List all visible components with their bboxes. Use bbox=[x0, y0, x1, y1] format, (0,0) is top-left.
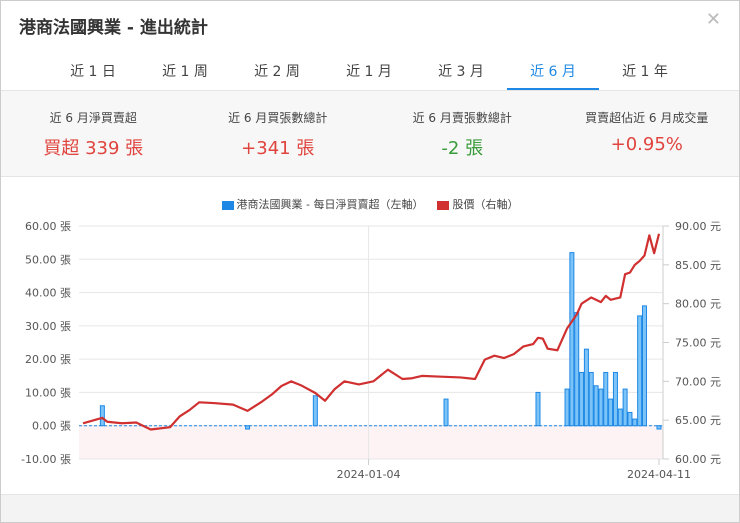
right-tick-label: 75.00 元 bbox=[675, 337, 721, 350]
net-bar bbox=[627, 411, 633, 427]
left-tick-label: 30.00 張 bbox=[25, 320, 71, 333]
x-tick-label: 2024-01-04 bbox=[337, 468, 401, 481]
right-tick-label: 70.00 元 bbox=[675, 375, 721, 388]
left-tick-label: 0.00 張 bbox=[32, 420, 71, 433]
net-bar bbox=[617, 408, 623, 427]
net-bar bbox=[583, 348, 589, 427]
net-bar bbox=[593, 385, 599, 427]
left-tick-label: 50.00 張 bbox=[25, 253, 71, 266]
net-bar bbox=[632, 418, 638, 427]
left-tick-label: 20.00 張 bbox=[25, 353, 71, 366]
net-bar bbox=[603, 371, 609, 427]
net-bar bbox=[656, 425, 662, 430]
left-tick-label: -10.00 張 bbox=[21, 453, 71, 466]
net-bar bbox=[312, 395, 318, 427]
net-bar bbox=[569, 252, 575, 427]
chart: 60.00 張 50.00 張 40.00 張 30.00 張 20.00 張 10.00… bbox=[21, 220, 721, 481]
net-bar bbox=[641, 305, 647, 427]
net-bar bbox=[622, 388, 628, 427]
net-bar bbox=[574, 312, 580, 427]
net-bar bbox=[598, 388, 604, 427]
net-bar bbox=[443, 398, 449, 427]
net-bar bbox=[588, 371, 594, 427]
net-bar bbox=[245, 425, 251, 430]
net-bar bbox=[579, 371, 585, 427]
net-bar bbox=[535, 391, 541, 427]
footer-bar bbox=[1, 494, 739, 522]
right-tick-label: 80.00 元 bbox=[675, 298, 721, 311]
right-tick-label: 85.00 元 bbox=[675, 259, 721, 272]
left-tick-label: 10.00 張 bbox=[25, 386, 71, 399]
net-bar bbox=[564, 388, 570, 427]
left-tick-label: 40.00 張 bbox=[25, 287, 71, 300]
net-bar bbox=[99, 405, 105, 427]
net-bar bbox=[637, 315, 643, 427]
net-bar bbox=[612, 371, 618, 427]
right-tick-label: 90.00 元 bbox=[675, 220, 721, 233]
right-tick-label: 60.00 元 bbox=[675, 453, 721, 466]
x-tick-label: 2024-04-11 bbox=[627, 468, 691, 481]
negative-zone bbox=[79, 425, 663, 459]
right-tick-label: 65.00 元 bbox=[675, 414, 721, 427]
net-bar bbox=[608, 398, 614, 427]
left-tick-label: 60.00 張 bbox=[25, 220, 71, 233]
